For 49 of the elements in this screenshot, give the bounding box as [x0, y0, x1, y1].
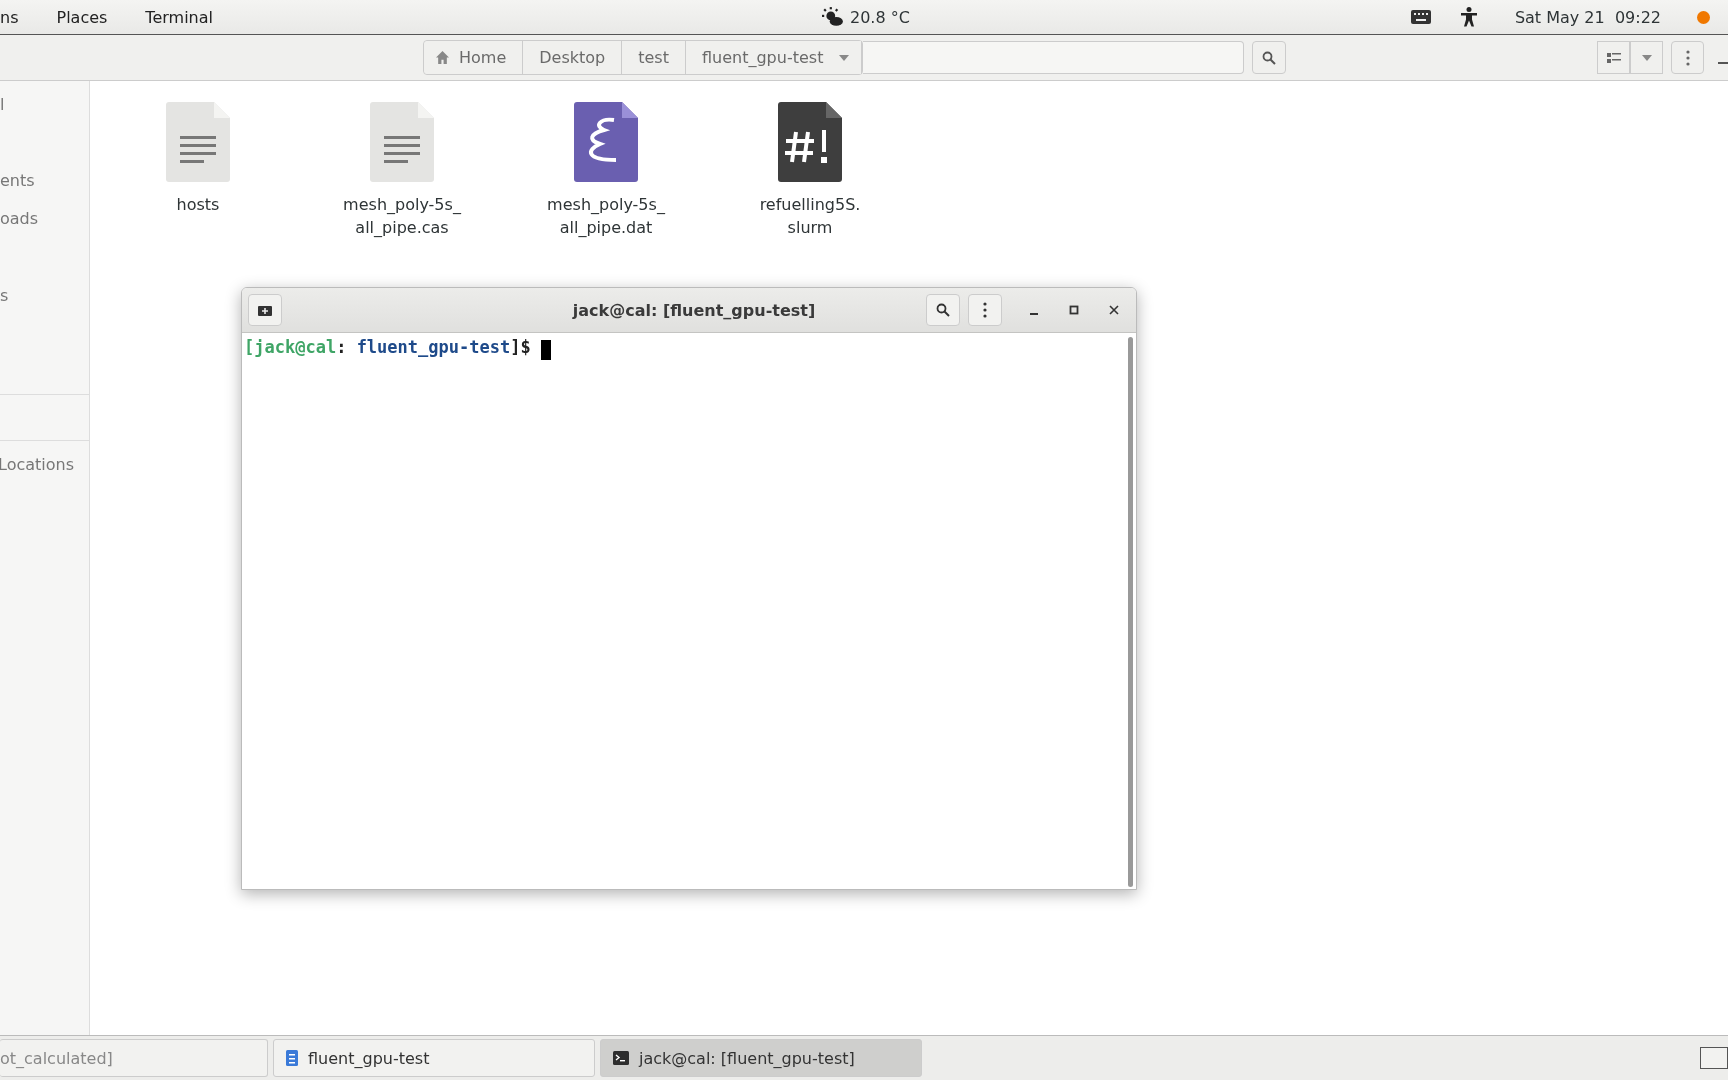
search-icon	[1262, 50, 1277, 65]
close-icon	[1109, 305, 1119, 315]
caret-icon	[839, 54, 850, 61]
file-name[interactable]: mesh_poly-5s_ all_pipe.cas	[327, 193, 477, 239]
search-button[interactable]	[926, 294, 960, 326]
window-title: jack@cal: [fluent_gpu-test]	[571, 300, 817, 320]
menu-item[interactable]: Places	[56, 7, 108, 27]
file-manager-icon	[286, 1050, 298, 1066]
terminal-icon	[613, 1051, 629, 1065]
shell-prompt: [jack@cal: fluent_gpu-test]$	[244, 336, 532, 358]
location-field[interactable]	[863, 41, 1245, 74]
new-tab-button[interactable]	[248, 294, 282, 326]
show-desktop-button[interactable]	[1700, 1047, 1728, 1069]
sidebar-item[interactable]: oads	[0, 209, 39, 228]
view-options-button[interactable]	[1630, 41, 1663, 74]
file-icon[interactable]	[778, 102, 842, 182]
accessibility-icon[interactable]	[1460, 7, 1477, 27]
menu-item[interactable]: Terminal	[145, 7, 213, 27]
sidebar-item[interactable]: s	[0, 286, 9, 305]
file-name[interactable]: refuelling5S. slurm	[735, 193, 885, 239]
status-dot[interactable]	[1697, 10, 1710, 24]
clock[interactable]: Sat May 21 09:22	[1514, 7, 1661, 27]
minimize-icon	[1030, 313, 1038, 315]
maximize-icon	[1069, 305, 1079, 315]
minimize-button[interactable]	[1718, 61, 1728, 64]
home-icon	[436, 51, 449, 64]
path-button[interactable]: Home	[424, 41, 524, 74]
view-button[interactable]	[1597, 41, 1630, 74]
file-icon[interactable]	[574, 102, 638, 182]
list-icon	[1606, 52, 1621, 63]
file-name[interactable]: hosts	[123, 193, 273, 216]
keyboard-icon[interactable]	[1410, 10, 1431, 24]
scrollbar[interactable]	[1128, 337, 1133, 887]
taskbar-button[interactable]: jack@cal: [fluent_gpu-test]	[600, 1039, 922, 1077]
sidebar-item[interactable]: Locations	[0, 455, 74, 474]
menu-icon	[1685, 49, 1690, 66]
menu-icon	[983, 302, 987, 318]
weather-icon[interactable]	[822, 7, 844, 27]
text-cursor	[540, 340, 551, 360]
temperature[interactable]: 20.8 °C	[850, 7, 910, 27]
menu-item[interactable]: ns	[0, 7, 19, 27]
file-name[interactable]: mesh_poly-5s_ all_pipe.dat	[531, 193, 681, 239]
sidebar-item[interactable]: l	[0, 95, 5, 114]
sidebar-item[interactable]: ents	[0, 171, 35, 190]
caret-icon	[1641, 54, 1652, 61]
search-icon	[936, 303, 950, 317]
search-button[interactable]	[1252, 41, 1287, 74]
new-tab-icon	[258, 304, 272, 316]
taskbar-button[interactable]: fluent_gpu-test	[273, 1039, 595, 1077]
